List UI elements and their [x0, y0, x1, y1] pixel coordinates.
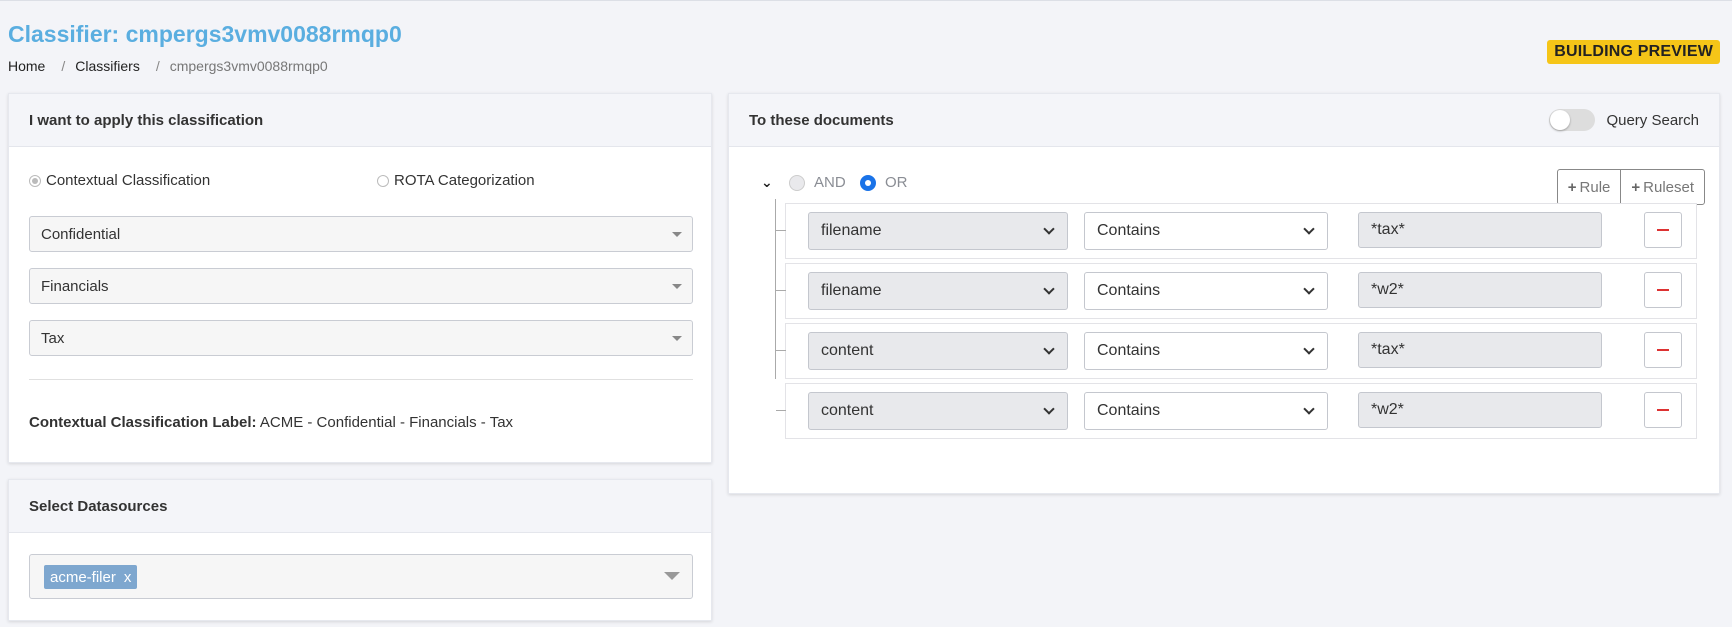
radio-checked-icon[interactable]	[29, 174, 41, 187]
tag-label: acme-filer	[50, 568, 116, 586]
caret-down-icon	[672, 284, 682, 289]
minus-icon	[1657, 409, 1669, 411]
rule-tree-tick	[776, 410, 786, 411]
rule-operator-select[interactable]: Contains	[1084, 272, 1328, 310]
classification-card-header: I want to apply this classification	[9, 94, 711, 147]
condition-label: OR	[885, 174, 908, 191]
contextual-classification-radio[interactable]: Contextual Classification	[29, 172, 210, 189]
classification-subcategory-select[interactable]: Tax	[29, 320, 693, 356]
chevron-down-icon	[1043, 343, 1055, 355]
query-search-toggle[interactable]	[1549, 109, 1596, 131]
classification-level-select[interactable]: Confidential	[29, 216, 693, 252]
breadcrumb-home[interactable]: Home	[8, 58, 45, 74]
toggle-knob	[1550, 110, 1571, 130]
caret-down-icon[interactable]	[664, 572, 680, 580]
radio-label: Contextual Classification	[46, 172, 211, 189]
chevron-down-icon	[1303, 343, 1315, 355]
chevron-down-icon	[1303, 403, 1315, 415]
radio-unchecked-icon[interactable]	[377, 174, 389, 187]
documents-card: To these documents Query Search ⌄ AND OR…	[728, 93, 1720, 494]
classification-category-select[interactable]: Financials	[29, 268, 693, 304]
condition-or-radio[interactable]: OR	[860, 174, 908, 191]
label-caption: Contextual Classification Label:	[29, 414, 257, 431]
chevron-down-icon	[1043, 403, 1055, 415]
radio-checked-icon[interactable]	[860, 174, 876, 191]
rule-row: filename Contains *tax*	[776, 203, 1697, 259]
breadcrumb: Home / Classifiers / cmpergs3vmv0088rmqp…	[8, 58, 328, 74]
datasource-tag: acme-filer x	[44, 565, 138, 589]
plus-icon: +	[1631, 178, 1641, 196]
breadcrumb-classifiers[interactable]: Classifiers	[75, 58, 140, 74]
collapse-chevron-icon[interactable]: ⌄	[761, 174, 773, 191]
caret-down-icon	[672, 336, 682, 341]
rule-value-input[interactable]: *tax*	[1358, 332, 1602, 368]
radio-unchecked-icon[interactable]	[789, 174, 805, 191]
divider	[29, 379, 693, 380]
rule-tree-line	[775, 199, 776, 379]
rule-tree-tick	[776, 230, 786, 231]
delete-rule-button[interactable]	[1644, 392, 1682, 428]
page-title: Classifier: cmpergs3vmv0088rmqp0	[8, 21, 402, 47]
building-preview-badge: BUILDING PREVIEW	[1547, 40, 1720, 64]
rota-categorization-radio[interactable]: ROTA Categorization	[377, 172, 535, 189]
chevron-down-icon	[1303, 283, 1315, 295]
delete-rule-button[interactable]	[1644, 212, 1682, 248]
datasources-multiselect[interactable]: acme-filer x	[29, 554, 693, 599]
datasources-card: Select Datasources acme-filer x	[8, 479, 712, 621]
breadcrumb-separator: /	[155, 58, 160, 74]
rule-row: filename Contains *w2*	[776, 263, 1697, 319]
condition-and-radio[interactable]: AND	[789, 174, 846, 191]
tag-remove-icon[interactable]: x	[124, 569, 132, 586]
breadcrumb-separator: /	[61, 58, 66, 74]
rule-value-input[interactable]: *tax*	[1358, 212, 1602, 248]
add-ruleset-button[interactable]: + Ruleset	[1620, 170, 1704, 204]
rule-row: content Contains *w2*	[776, 383, 1697, 439]
radio-label: ROTA Categorization	[394, 172, 535, 189]
add-rule-button[interactable]: + Rule	[1558, 170, 1621, 204]
query-search-label: Query Search	[1606, 111, 1699, 129]
label-value: ACME - Confidential - Financials - Tax	[259, 414, 514, 431]
delete-rule-button[interactable]	[1644, 332, 1682, 368]
minus-icon	[1657, 229, 1669, 231]
add-rule-button-group: + Rule + Ruleset	[1556, 169, 1705, 205]
plus-icon: +	[1567, 178, 1577, 196]
rule-tree-tick	[776, 350, 786, 351]
breadcrumb-current: cmpergs3vmv0088rmqp0	[169, 58, 328, 74]
rule-row: content Contains *tax*	[776, 323, 1697, 379]
rule-operator-select[interactable]: Contains	[1084, 332, 1328, 370]
condition-label: AND	[814, 174, 846, 191]
minus-icon	[1657, 349, 1669, 351]
select-value: Confidential	[41, 225, 121, 243]
rule-field-select[interactable]: content	[808, 392, 1068, 430]
select-value: Tax	[41, 329, 65, 347]
classification-label-line: Contextual Classification Label: ACME - …	[29, 414, 513, 431]
caret-down-icon	[672, 232, 682, 237]
documents-card-header: To these documents Query Search	[729, 94, 1719, 147]
chevron-down-icon	[1303, 223, 1315, 235]
minus-icon	[1657, 289, 1669, 291]
button-label: Rule	[1579, 178, 1611, 196]
rule-operator-select[interactable]: Contains	[1084, 392, 1328, 430]
rule-value-input[interactable]: *w2*	[1358, 272, 1602, 308]
rule-field-select[interactable]: content	[808, 332, 1068, 370]
rule-tree-tick	[776, 290, 786, 291]
rule-field-select[interactable]: filename	[808, 272, 1068, 310]
classification-type-radio-group: Contextual Classification ROTA Categoriz…	[29, 172, 691, 194]
rule-field-select[interactable]: filename	[808, 212, 1068, 250]
chevron-down-icon	[1043, 223, 1055, 235]
select-value: Financials	[41, 277, 109, 295]
delete-rule-button[interactable]	[1644, 272, 1682, 308]
datasources-card-header: Select Datasources	[9, 480, 711, 533]
query-search-toggle-wrap: Query Search	[1549, 109, 1699, 131]
rule-operator-select[interactable]: Contains	[1084, 212, 1328, 250]
button-label: Ruleset	[1643, 178, 1694, 196]
rule-value-input[interactable]: *w2*	[1358, 392, 1602, 428]
documents-heading: To these documents	[749, 111, 894, 129]
chevron-down-icon	[1043, 283, 1055, 295]
classification-card: I want to apply this classification Cont…	[8, 93, 712, 463]
